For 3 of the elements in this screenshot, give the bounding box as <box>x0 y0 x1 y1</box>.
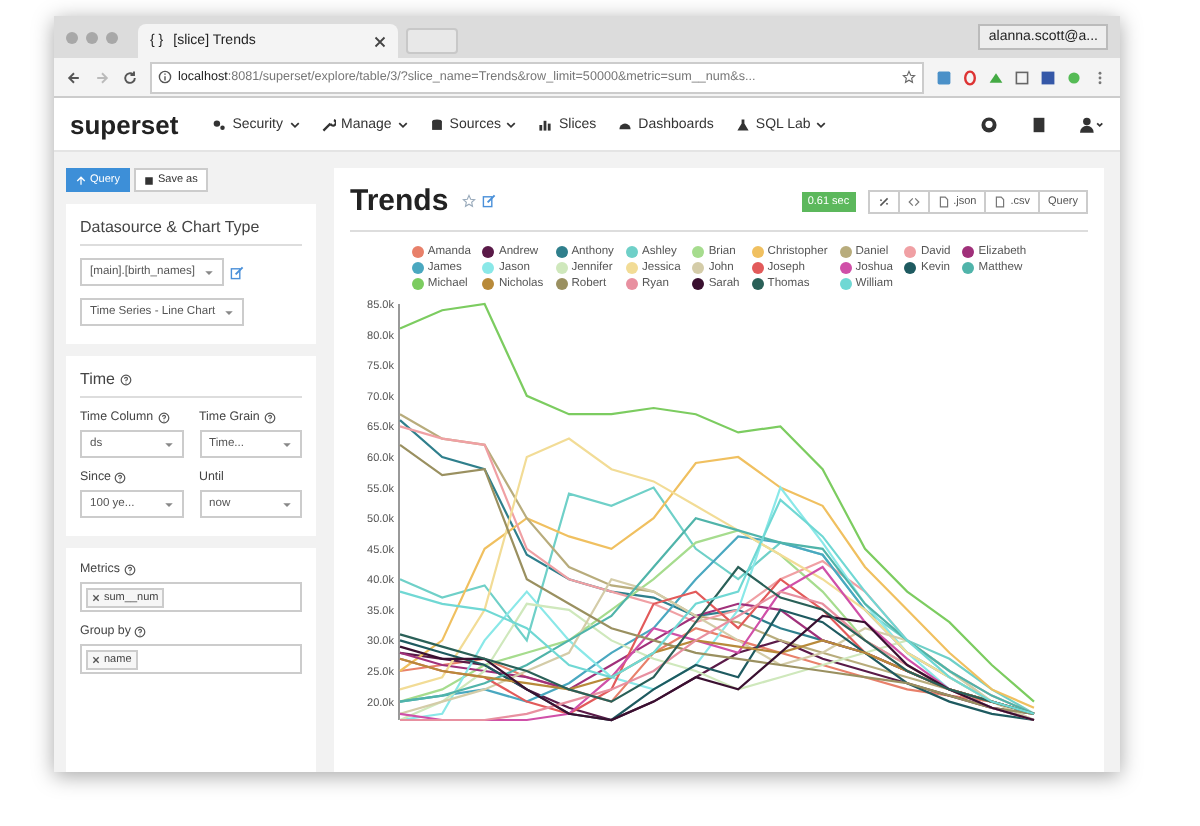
section-title: Time <box>80 370 115 388</box>
section-title: Datasource & Chart Type <box>80 218 302 246</box>
chart-title: Trends <box>350 184 449 218</box>
